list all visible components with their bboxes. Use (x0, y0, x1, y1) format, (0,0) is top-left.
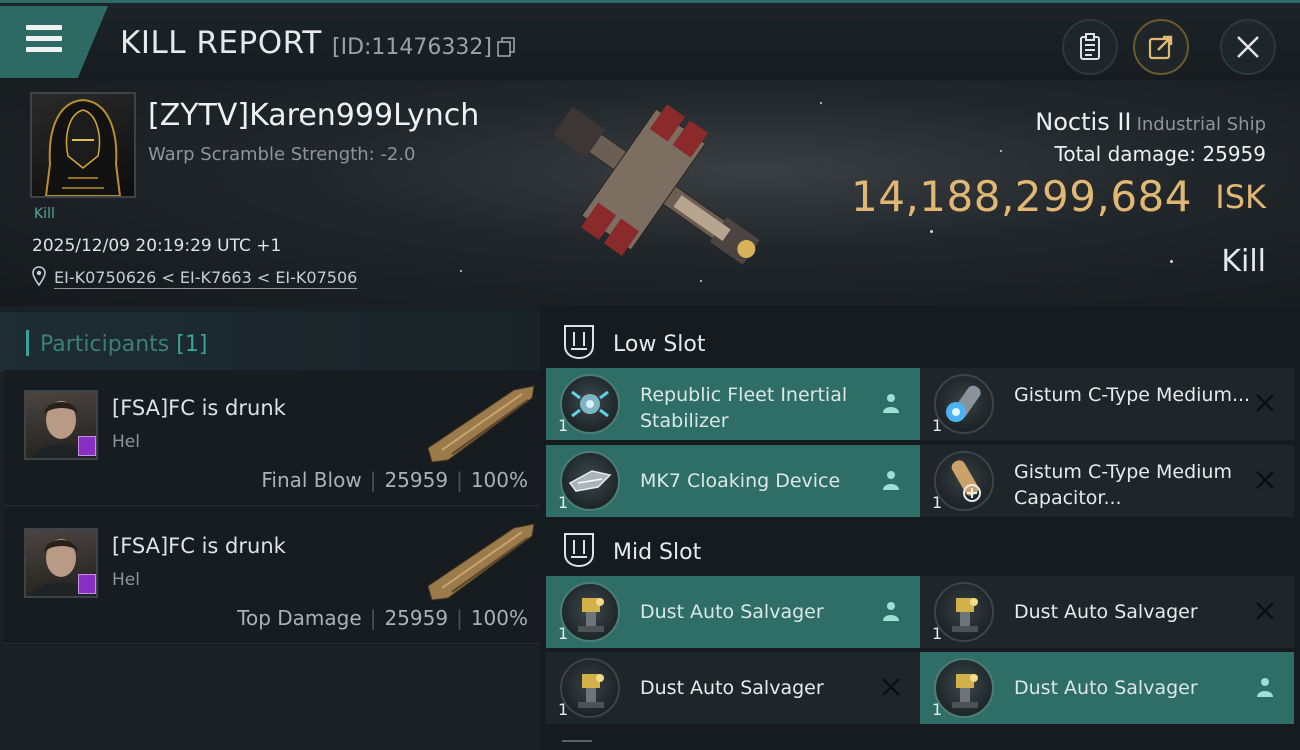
participants-header: Participants [1] (0, 312, 540, 372)
pilot-icon (1257, 678, 1273, 697)
destroyed-icon (1256, 394, 1274, 412)
clipboard-button[interactable] (1062, 19, 1118, 75)
warp-scramble-strength: Warp Scramble Strength: -2.0 (148, 144, 416, 165)
ship-name[interactable]: Noctis II (1035, 108, 1131, 136)
destroyed-icon (1256, 471, 1274, 489)
destroyed-icon (882, 678, 900, 696)
low-slot-header: Low Slot (540, 312, 1300, 372)
kill-timestamp: 2025/12/09 20:19:29 UTC +1 (32, 236, 282, 256)
clipboard-icon (1080, 33, 1100, 60)
module-item[interactable]: 1 Dust Auto Salvager (546, 652, 920, 724)
participant-percent: 100% (470, 468, 528, 492)
pilot-icon (883, 394, 899, 413)
participants-count: [1] (176, 332, 208, 357)
corp-badge-icon (78, 436, 96, 456)
close-icon (1237, 36, 1259, 58)
module-item[interactable]: 1 Dust Auto Salvager (546, 576, 920, 648)
participant-role: Top Damage (237, 606, 362, 630)
module-item[interactable]: 1 MK7 Cloaking Device (546, 445, 920, 517)
module-quantity: 1 (558, 624, 569, 643)
system-path-link[interactable]: EI-K0750626 < EI-K7663 < EI-K07506 (54, 268, 358, 289)
cloaking-device-icon (560, 451, 620, 511)
capacitor-module-icon (934, 451, 994, 511)
low-slot-label: Low Slot (613, 332, 706, 357)
module-name: Dust Auto Salvager (640, 677, 824, 699)
hooded-pilot-icon (44, 98, 122, 196)
participant-ship-image (427, 523, 535, 601)
module-name: MK7 Cloaking Device (640, 470, 841, 492)
report-id: [ID:11476332] (332, 35, 492, 60)
corp-badge-icon (78, 574, 96, 594)
mid-slot-header: Mid Slot (540, 520, 1300, 580)
victim-avatar[interactable] (30, 92, 136, 198)
participant-name[interactable]: [FSA]FC is drunk (112, 534, 286, 558)
participant-percent: 100% (470, 606, 528, 630)
victim-banner: [ZYTV]Karen999Lynch Warp Scramble Streng… (0, 80, 1300, 306)
result-label: Kill (1221, 244, 1266, 279)
module-quantity: 1 (932, 700, 943, 719)
plasma-charge-icon (934, 374, 994, 434)
module-name: Dust Auto Salvager (640, 601, 824, 623)
module-item[interactable]: 1 Dust Auto Salvager (920, 576, 1294, 648)
salvager-icon (560, 658, 620, 718)
participants-panel: Participants [1] [FSA]FC is drunk Hel Fi… (0, 306, 540, 750)
header-bar: KILL REPORT [ID:11476332] (0, 0, 1300, 80)
module-quantity: 1 (932, 416, 943, 435)
pilot-icon (883, 471, 899, 490)
salvager-icon (560, 582, 620, 642)
low-slot-icon (564, 325, 594, 360)
module-name: Gistum C-Type Medium... (1014, 384, 1251, 406)
module-item[interactable]: 1 Gistum C-Type Medium Capacitor... (920, 445, 1294, 517)
share-button[interactable] (1133, 19, 1189, 75)
participant-ship: Hel (112, 570, 140, 590)
mid-slot-label: Mid Slot (613, 540, 702, 565)
module-name: Dust Auto Salvager (1014, 677, 1198, 699)
participant-ship-image (427, 385, 535, 463)
participant-damage: 25959 (384, 606, 449, 630)
destroyed-icon (1256, 602, 1274, 620)
participant-ship: Hel (112, 432, 140, 452)
inertial-stabilizer-icon (560, 374, 620, 434)
isk-value: 14,188,299,684 (851, 172, 1192, 221)
hamburger-menu-icon[interactable] (26, 23, 64, 55)
participant-row[interactable]: [FSA]FC is drunk Hel Final Blow | 25959 | 10… (4, 370, 540, 506)
participants-title: Participants [1] (40, 332, 207, 357)
fitting-panel: Low Slot 1 Republic Fleet Inertial Stabi… (540, 306, 1300, 750)
module-item[interactable]: 1 Dust Auto Salvager (920, 652, 1294, 724)
location-pin-icon (32, 266, 46, 286)
participant-role: Final Blow (261, 468, 362, 492)
participant-name[interactable]: [FSA]FC is drunk (112, 396, 286, 420)
module-quantity: 1 (932, 493, 943, 512)
share-icon (1148, 35, 1173, 60)
participant-stats: Top Damage | 25959 | 100% (237, 606, 528, 630)
module-quantity: 1 (558, 493, 569, 512)
page-title: KILL REPORT (120, 25, 322, 61)
module-name: Republic Fleet Inertial Stabilizer (640, 384, 848, 432)
salvager-icon (934, 582, 994, 642)
module-name: Gistum C-Type Medium Capacitor... (1014, 461, 1232, 509)
close-button[interactable] (1220, 19, 1276, 75)
ship-class: Industrial Ship (1136, 114, 1266, 135)
participant-row[interactable]: [FSA]FC is drunk Hel Top Damage | 25959 | 10… (4, 508, 540, 644)
module-quantity: 1 (558, 700, 569, 719)
module-item[interactable]: 1 Gistum C-Type Medium... (920, 368, 1294, 440)
victim-name[interactable]: [ZYTV]Karen999Lynch (148, 98, 479, 133)
isk-unit: ISK (1215, 178, 1266, 216)
kill-tag: Kill (34, 206, 55, 222)
module-quantity: 1 (558, 416, 569, 435)
participant-stats: Final Blow | 25959 | 100% (261, 468, 528, 492)
ship-render-image (553, 104, 760, 265)
participant-damage: 25959 (384, 468, 449, 492)
participants-label: Participants (40, 332, 170, 357)
copy-icon[interactable] (497, 37, 515, 57)
next-slot-header-partial (562, 740, 592, 750)
total-damage: Total damage: 25959 (1054, 142, 1266, 166)
module-name: Dust Auto Salvager (1014, 601, 1198, 623)
pilot-icon (883, 602, 899, 621)
module-item[interactable]: 1 Republic Fleet Inertial Stabilizer (546, 368, 920, 440)
ship-info: Noctis II Industrial Ship (1035, 108, 1266, 136)
salvager-icon (934, 658, 994, 718)
module-quantity: 1 (932, 624, 943, 643)
mid-slot-icon (564, 533, 594, 568)
